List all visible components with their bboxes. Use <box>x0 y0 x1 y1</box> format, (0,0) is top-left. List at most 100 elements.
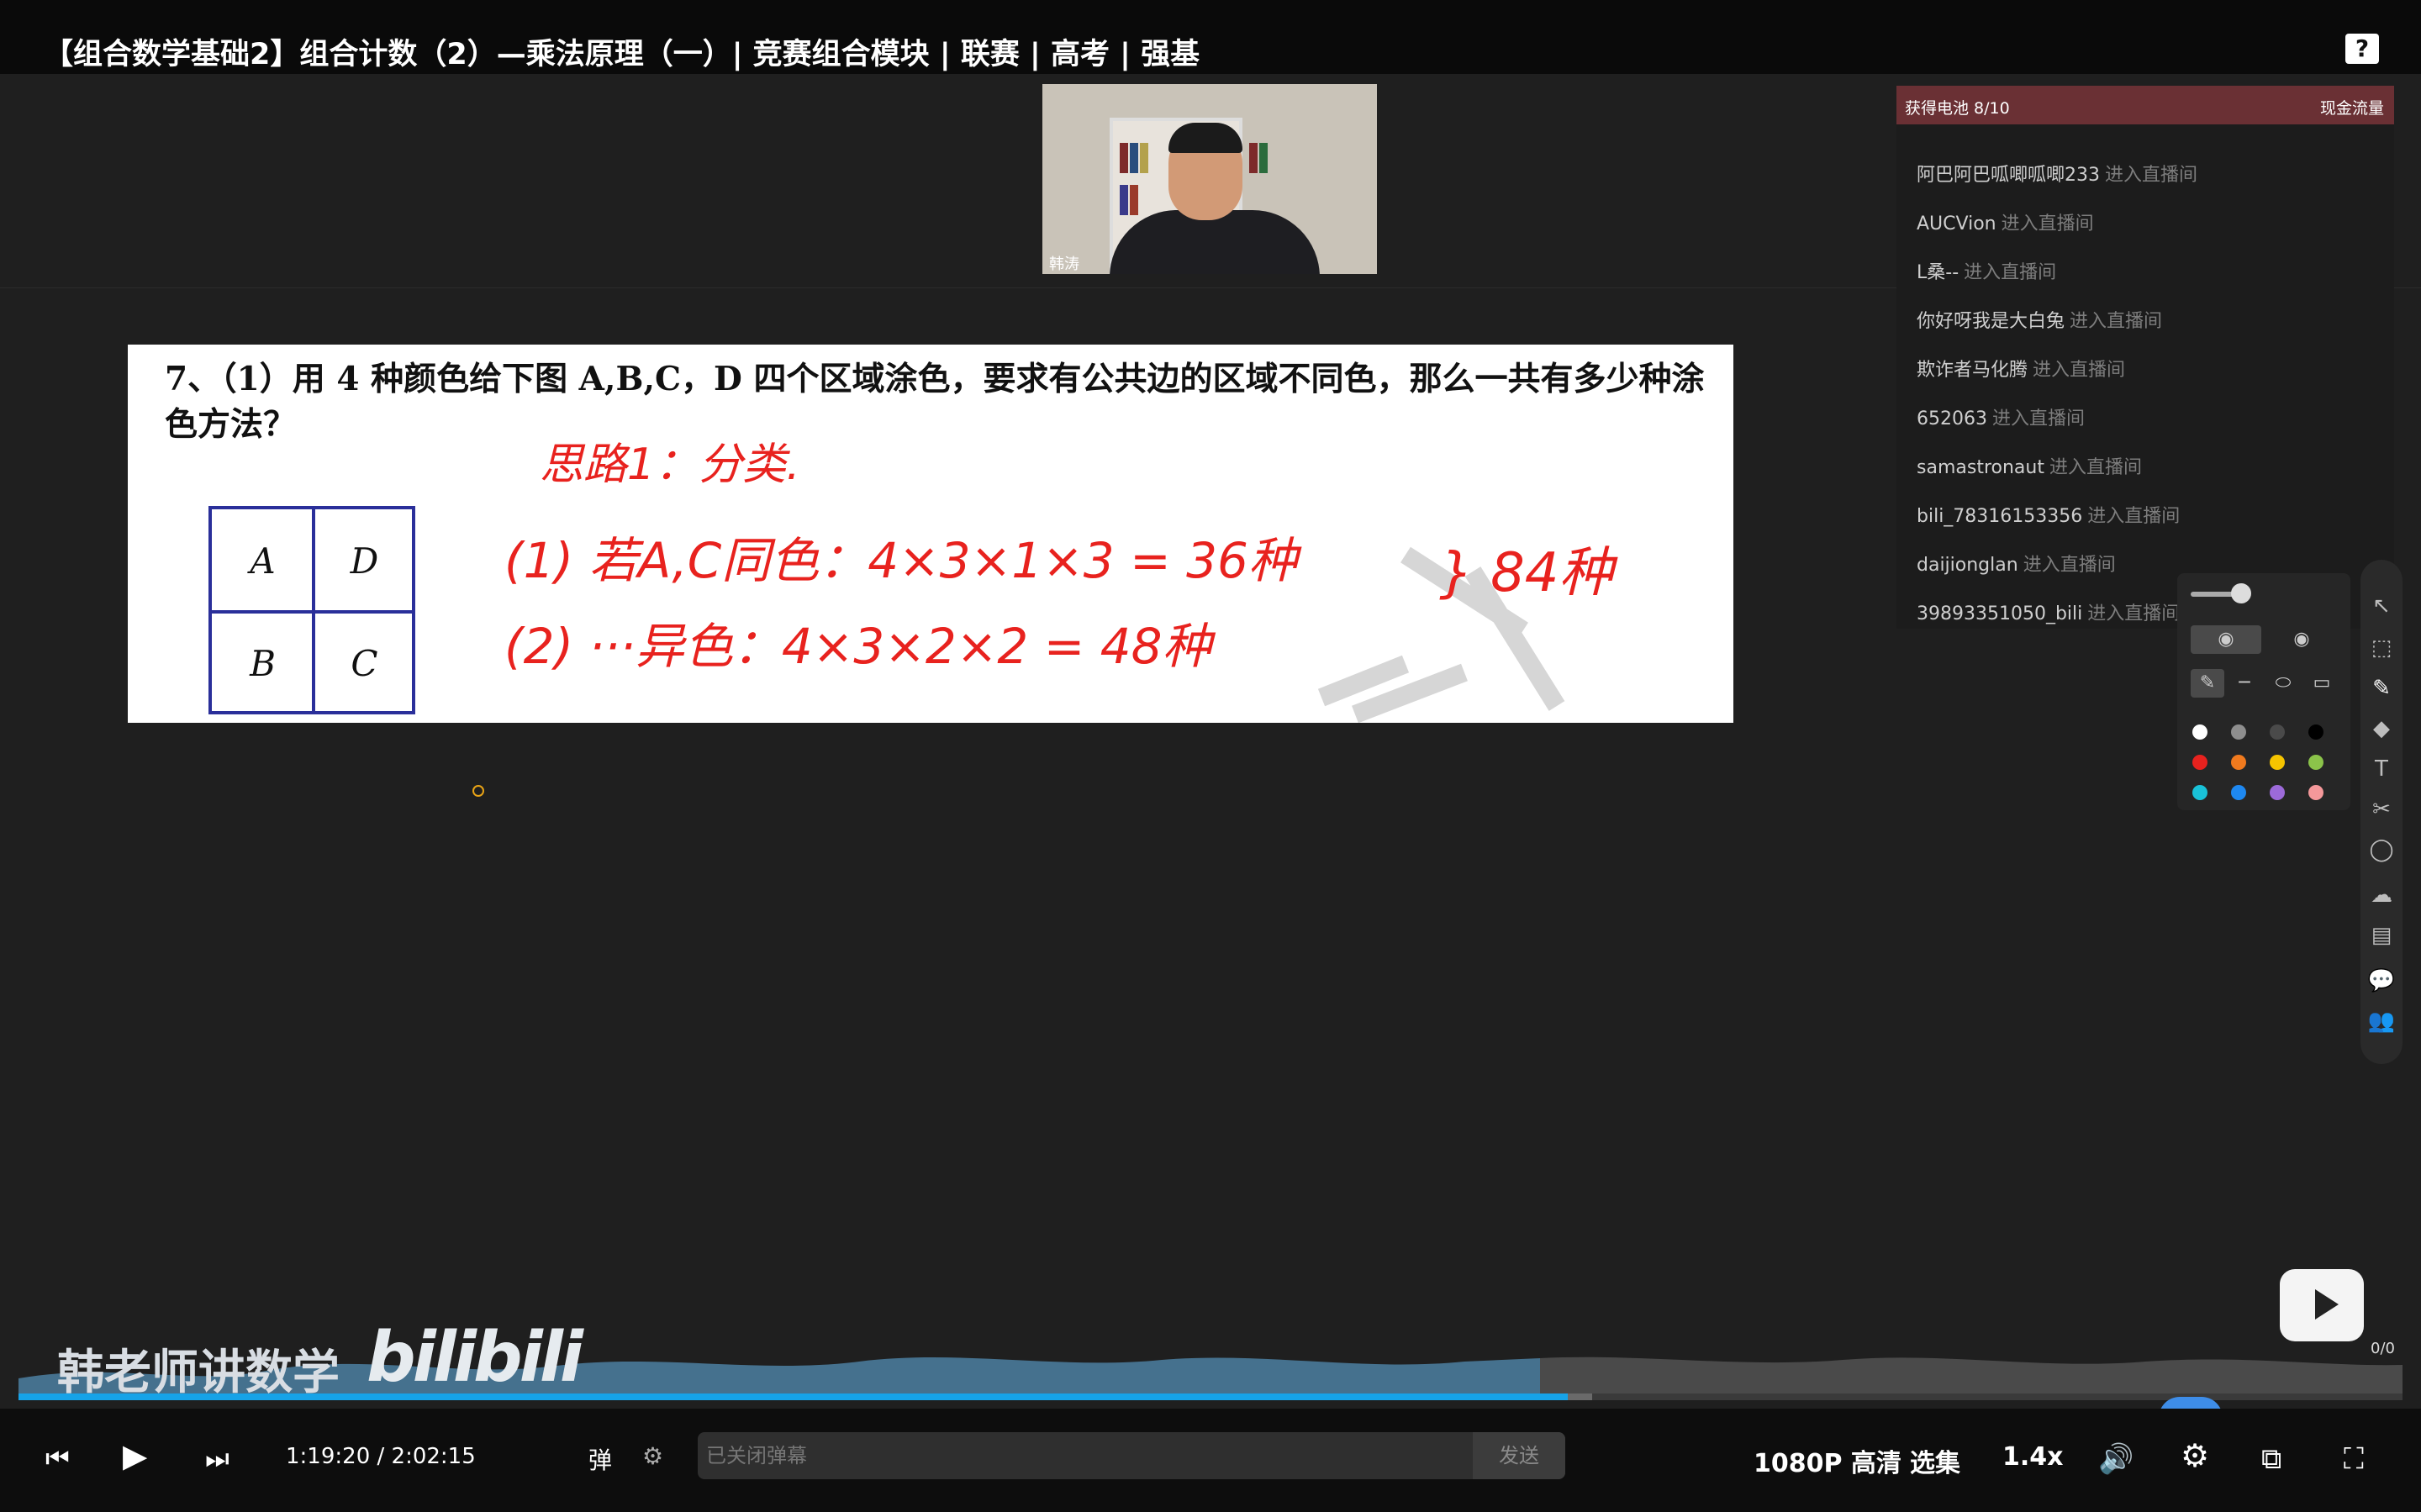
color-swatch[interactable] <box>2308 785 2323 800</box>
danmaku-input[interactable] <box>698 1432 1569 1479</box>
fullscreen-icon[interactable]: ⛶ <box>2344 1442 2364 1476</box>
previous-icon[interactable]: ⏮ <box>45 1442 70 1475</box>
handwriting-line3: (2) ···异色：4×3×2×2 = 48种 <box>504 618 1211 675</box>
speed-selector[interactable]: 1.4x <box>2002 1442 2064 1472</box>
color-swatch[interactable] <box>2231 724 2246 740</box>
volume-icon[interactable]: 🔊 <box>2098 1442 2134 1476</box>
shape-icon[interactable]: ◯ <box>2360 837 2403 862</box>
chat-enter-text: 进入直播间 <box>2105 165 2198 186</box>
chat-enter-text: 进入直播间 <box>2070 311 2163 332</box>
chat-enter-text: 进入直播间 <box>2049 457 2142 478</box>
chat-enter-text: 进入直播间 <box>1964 262 2057 283</box>
chat-username[interactable]: daijionglan <box>1917 555 2018 576</box>
color-swatch[interactable] <box>2231 755 2246 770</box>
comment-icon[interactable]: 💬 <box>2360 968 2403 993</box>
chat-enter-text: 进入直播间 <box>2023 555 2116 576</box>
channel-watermark: 韩老师讲数学 <box>57 1346 340 1400</box>
battery-progress: 获得电池 8/10 <box>1905 99 2010 118</box>
handwriting-total: } 84种 <box>1439 542 1613 604</box>
webcam-view: 韩涛 <box>1042 84 1377 274</box>
play-icon[interactable]: ▶ <box>123 1437 147 1474</box>
current-time: 1:19:20 <box>286 1444 371 1469</box>
chat-username[interactable]: 你好呀我是大白兔 <box>1917 311 2065 332</box>
progress-bar[interactable] <box>18 1393 2403 1400</box>
chat-username[interactable]: bili_78316153356 <box>1917 506 2082 527</box>
episodes-button[interactable]: 选集 <box>1910 1442 1960 1479</box>
right-toolbar: ↖ ⬚ ✎ ◆ T ✂ ◯ ☁ ▤ 💬 👥 <box>2360 560 2403 1064</box>
chat-username[interactable]: 阿巴阿巴呱唧呱唧233 <box>1917 165 2100 186</box>
color-swatch[interactable] <box>2308 755 2323 770</box>
question-text: 7、（1）用 4 种颜色给下图 A,B,C，D 四个区域涂色，要求有公共边的区域… <box>165 360 1705 444</box>
ellipse-icon[interactable]: ⬭ <box>2266 669 2300 698</box>
chat-message: AUCVion 进入直播间 <box>1917 208 2094 235</box>
quality-selector[interactable]: 1080P 高清 <box>1754 1442 1901 1479</box>
chat-enter-text: 进入直播间 <box>2001 213 2094 234</box>
chat-message: 652063 进入直播间 <box>1917 403 2085 430</box>
chat-username[interactable]: L桑-- <box>1917 262 1959 283</box>
dot-large-icon[interactable]: ◉ <box>2191 625 2261 654</box>
next-icon[interactable]: ⏭ <box>205 1442 229 1475</box>
chat-message: 欺诈者马化腾 进入直播间 <box>1917 355 2125 382</box>
pip-icon[interactable]: ⧉ <box>2261 1442 2281 1476</box>
duration: 2:02:15 <box>391 1444 476 1469</box>
chat-username[interactable]: 欺诈者马化腾 <box>1917 360 2028 381</box>
chat-message: 阿巴阿巴呱唧呱唧233 进入直播间 <box>1917 160 2197 187</box>
chat-message: 39893351050_bili 进入直播间 <box>1917 598 2180 625</box>
help-icon[interactable]: ? <box>2345 34 2379 64</box>
color-swatch[interactable] <box>2192 724 2207 740</box>
send-button[interactable]: 发送 <box>1473 1432 1565 1479</box>
region-a: A <box>250 540 276 582</box>
color-swatch[interactable] <box>2192 785 2207 800</box>
chat-username[interactable]: 39893351050_bili <box>1917 603 2082 624</box>
chat-message: samastronaut 进入直播间 <box>1917 452 2142 479</box>
region-c: C <box>351 642 378 684</box>
question-panel: 7、（1）用 4 种颜色给下图 A,B,C，D 四个区域涂色，要求有公共边的区域… <box>128 345 1733 723</box>
brush-icon[interactable]: ✎ <box>2360 676 2403 701</box>
eraser-icon[interactable]: ◆ <box>2360 716 2403 741</box>
region-grid: A D B C <box>208 506 415 714</box>
select-icon[interactable]: ⬚ <box>2360 635 2403 661</box>
color-swatch[interactable] <box>2270 724 2285 740</box>
pointer-icon[interactable]: ↖ <box>2360 593 2403 619</box>
users-icon[interactable]: 👥 <box>2360 1009 2403 1034</box>
brush-size-knob[interactable] <box>2231 583 2251 603</box>
chat-message: 你好呀我是大白兔 进入直播间 <box>1917 306 2162 333</box>
cash-flow-button[interactable]: 现金流量 <box>2320 96 2384 119</box>
color-swatch[interactable] <box>2308 724 2323 740</box>
chat-username[interactable]: AUCVion <box>1917 213 1996 234</box>
toolbox-icon[interactable]: ▤ <box>2360 923 2403 948</box>
handwriting-line2: (1) 若A,C同色：4×3×1×3 = 36种 <box>504 532 1297 589</box>
webcam-name-tag: 韩涛 <box>1049 256 1079 273</box>
bilibili-logo: bilibili <box>367 1318 583 1398</box>
line-icon[interactable]: ─ <box>2228 669 2261 698</box>
cloud-icon[interactable]: ☁ <box>2360 882 2403 908</box>
rectangle-icon[interactable]: ▭ <box>2305 669 2339 698</box>
chat-enter-text: 进入直播间 <box>2087 603 2181 624</box>
chat-enter-text: 进入直播间 <box>2087 506 2181 527</box>
chat-message: daijionglan 进入直播间 <box>1917 550 2116 577</box>
color-swatch[interactable] <box>2231 785 2246 800</box>
time-separator: / <box>377 1444 385 1469</box>
progress-buffered <box>1568 1393 1592 1400</box>
settings-icon[interactable]: ⚙ <box>2181 1437 2209 1474</box>
danmaku-settings-icon[interactable]: ⚙ <box>642 1442 663 1470</box>
chat-username[interactable]: 652063 <box>1917 408 1987 429</box>
progress-played <box>18 1393 1569 1400</box>
color-swatch[interactable] <box>2270 755 2285 770</box>
region-b: B <box>250 642 276 684</box>
color-swatch[interactable] <box>2270 785 2285 800</box>
color-swatch[interactable] <box>2192 755 2207 770</box>
bilibili-play-icon[interactable] <box>2280 1269 2364 1341</box>
text-icon[interactable]: T <box>2360 756 2403 782</box>
pen-icon[interactable]: ✎ <box>2191 669 2224 698</box>
chat-message: L桑-- 进入直播间 <box>1917 257 2056 284</box>
chat-header: 获得电池 8/10 现金流量 <box>1896 86 2394 124</box>
chat-username[interactable]: samastronaut <box>1917 457 2044 478</box>
time-display: 1:19:20 / 2:02:15 <box>286 1444 476 1469</box>
cursor-marker <box>472 785 484 797</box>
danmaku-toggle-icon[interactable]: 弹 <box>588 1442 612 1476</box>
drawing-tool-palette: ◉ ◉ ✎ ─ ⬭ ▭ <box>2177 573 2350 810</box>
scissors-icon[interactable]: ✂ <box>2360 797 2403 822</box>
chat-enter-text: 进入直播间 <box>2033 360 2126 381</box>
dot-small-icon[interactable]: ◉ <box>2276 625 2327 654</box>
